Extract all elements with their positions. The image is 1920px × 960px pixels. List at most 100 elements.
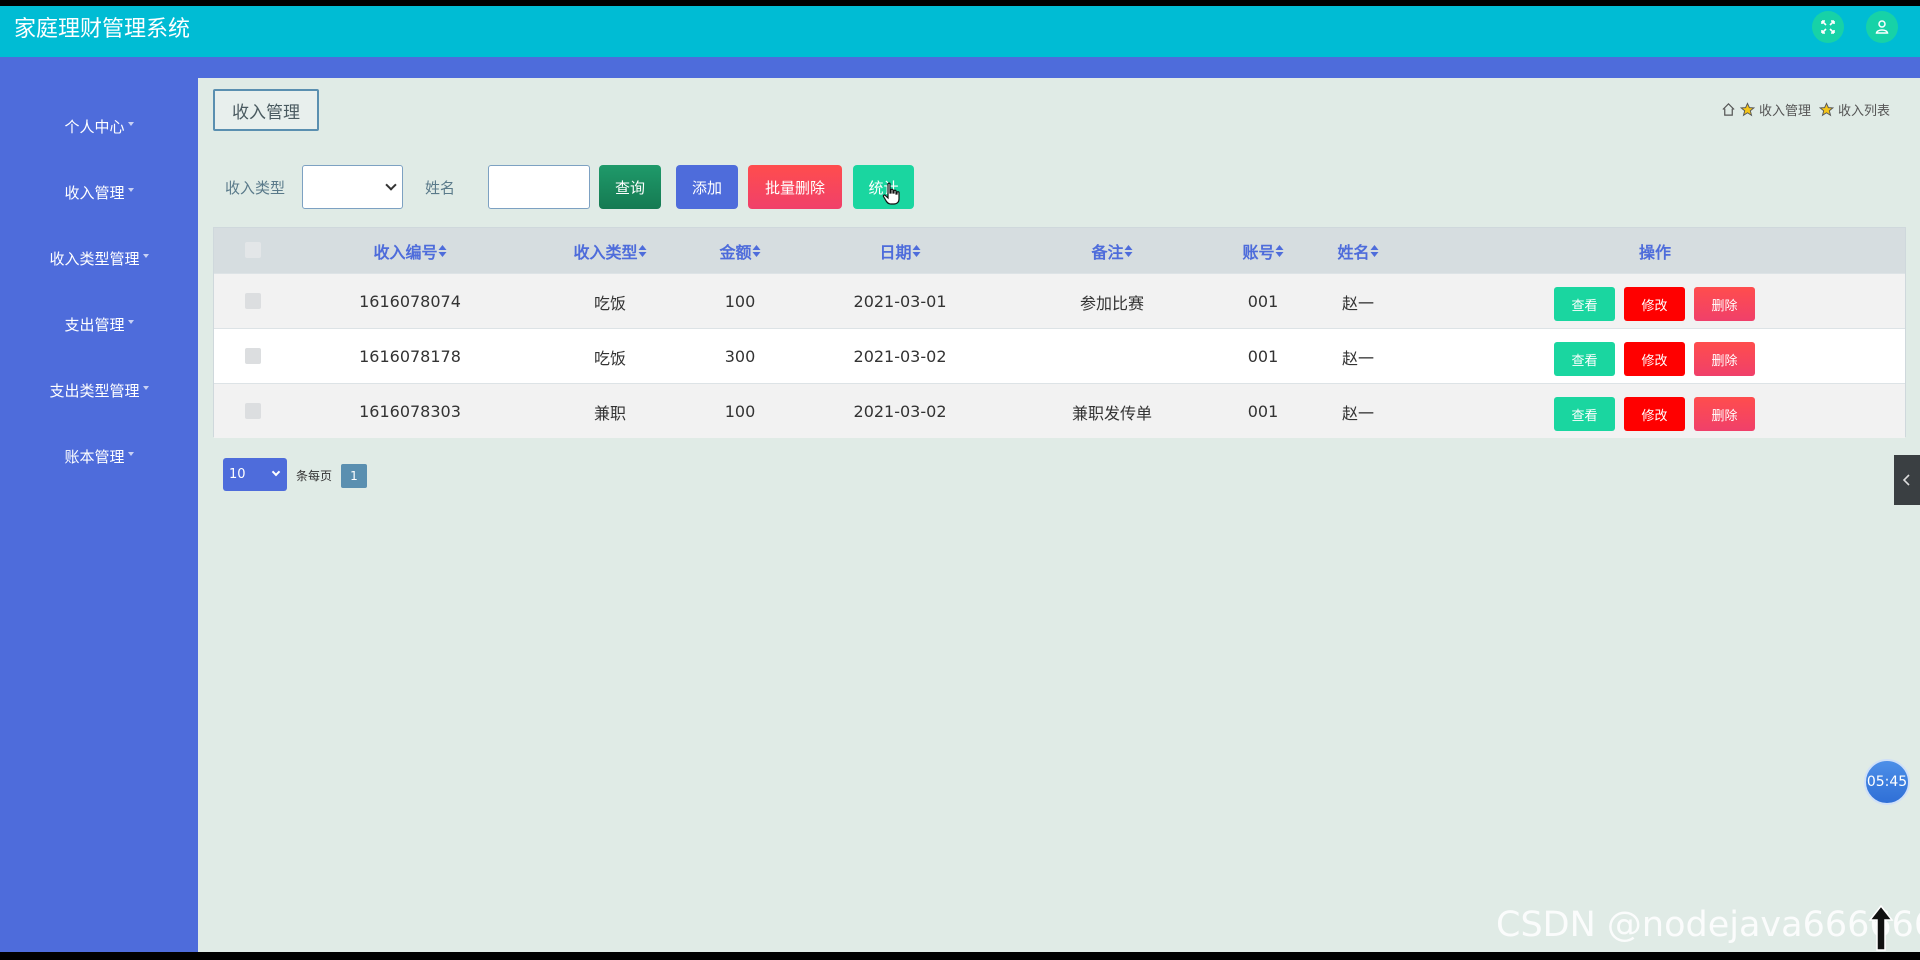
add-button[interactable]: 添加 (676, 165, 738, 209)
column-header-date[interactable]: 日期 (879, 228, 921, 273)
clock-badge: 05:45 (1864, 759, 1910, 805)
column-header-id[interactable]: 收入编号 (373, 228, 447, 273)
cell-name: 赵一 (1341, 293, 1375, 313)
cell-amount: 100 (724, 402, 756, 421)
delete-button[interactable]: 删除 (1694, 397, 1755, 431)
query-button[interactable]: 查询 (599, 165, 661, 209)
sidebar-item-label: 支出管理 (64, 315, 125, 334)
sort-icon (1275, 244, 1284, 257)
name-input[interactable] (488, 165, 590, 209)
table-row: 1616078303 兼职 100 2021-03-02 兼职发传单 001 赵… (214, 383, 1905, 438)
view-button[interactable]: 查看 (1554, 342, 1615, 376)
caret-down-icon (127, 122, 134, 126)
table-header: 收入编号 收入类型 金额 日期 备注 账号 姓名 操作 (214, 228, 1905, 273)
chevron-down-icon (271, 467, 281, 477)
view-button[interactable]: 查看 (1554, 287, 1615, 321)
sidebar: 个人中心 收入管理 收入类型管理 支出管理 支出类型管理 账本管理 (0, 78, 198, 952)
income-table: 收入编号 收入类型 金额 日期 备注 账号 姓名 操作 1616078074 吃… (213, 227, 1906, 438)
caret-down-icon (127, 320, 134, 324)
sidebar-item-income-type[interactable]: 收入类型管理 (0, 243, 198, 273)
per-page-label: 条每页 (296, 469, 333, 483)
sidebar-item-label: 账本管理 (64, 447, 125, 466)
caret-down-icon (142, 254, 149, 258)
column-header-name[interactable]: 姓名 (1337, 228, 1379, 273)
header-band (0, 57, 1920, 78)
cell-date: 2021-03-02 (853, 402, 947, 421)
cell-amount: 100 (724, 292, 756, 311)
edit-button[interactable]: 修改 (1624, 342, 1685, 376)
table-row: 1616078074 吃饭 100 2021-03-01 参加比赛 001 赵一… (214, 273, 1905, 328)
home-icon[interactable] (1721, 102, 1736, 117)
chevron-left-icon (1902, 474, 1910, 486)
sort-icon (752, 244, 761, 257)
delete-button[interactable]: 删除 (1694, 342, 1755, 376)
hand-cursor-icon (882, 182, 900, 205)
star-icon (1739, 102, 1755, 117)
cell-type: 吃饭 (593, 293, 627, 313)
breadcrumb-item[interactable]: 收入管理 (1759, 100, 1811, 119)
edit-button[interactable]: 修改 (1624, 397, 1685, 431)
page-title: 收入管理 (213, 89, 319, 131)
cell-account: 001 (1247, 292, 1279, 311)
fullscreen-button[interactable] (1812, 11, 1844, 43)
fullscreen-icon (1821, 20, 1835, 34)
side-panel-toggle[interactable] (1894, 455, 1920, 505)
sidebar-item-income[interactable]: 收入管理 (0, 177, 198, 207)
sidebar-item-expense[interactable]: 支出管理 (0, 309, 198, 339)
cell-id: 1616078178 (359, 347, 461, 366)
table-row: 1616078178 吃饭 300 2021-03-02 001 赵一 查看 修… (214, 328, 1905, 383)
cell-account: 001 (1247, 402, 1279, 421)
cell-name: 赵一 (1341, 403, 1375, 423)
user-button[interactable] (1866, 11, 1898, 43)
column-header-note[interactable]: 备注 (1091, 228, 1133, 273)
watermark: CSDN @nodejava666666 (1496, 905, 1920, 945)
sidebar-item-label: 收入管理 (64, 183, 125, 202)
column-header-type[interactable]: 收入类型 (573, 228, 647, 273)
user-icon (1875, 20, 1889, 34)
caret-down-icon (127, 188, 134, 192)
sort-icon (638, 244, 647, 257)
breadcrumb-item: 收入列表 (1837, 104, 1890, 119)
cell-name: 赵一 (1341, 348, 1375, 368)
sort-icon (1370, 244, 1379, 257)
sidebar-item-label: 支出类型管理 (49, 381, 140, 400)
column-header-account[interactable]: 账号 (1242, 228, 1284, 273)
cell-date: 2021-03-01 (853, 292, 947, 311)
view-button[interactable]: 查看 (1554, 397, 1615, 431)
page-number-button[interactable]: 1 (341, 464, 367, 488)
cell-note: 参加比赛 (1079, 293, 1145, 313)
row-checkbox[interactable] (245, 293, 261, 309)
chevron-down-icon (385, 179, 397, 191)
edit-button[interactable]: 修改 (1624, 287, 1685, 321)
row-checkbox[interactable] (245, 348, 261, 364)
cell-type: 吃饭 (593, 348, 627, 368)
delete-button[interactable]: 删除 (1694, 287, 1755, 321)
cell-note: 兼职发传单 (1071, 403, 1153, 423)
top-header: 家庭理财管理系统 (0, 6, 1920, 57)
page-size-select[interactable]: 10 (223, 458, 287, 491)
sidebar-item-label: 收入类型管理 (49, 249, 140, 268)
cell-id: 1616078303 (359, 402, 461, 421)
app-title: 家庭理财管理系统 (14, 17, 191, 42)
cell-amount: 300 (724, 347, 756, 366)
column-header-amount[interactable]: 金额 (719, 228, 761, 273)
sort-icon (912, 244, 921, 257)
cell-type: 兼职 (593, 403, 627, 423)
page-size-value: 10 (229, 467, 246, 482)
sidebar-item-ledger[interactable]: 账本管理 (0, 441, 198, 471)
sidebar-item-personal-center[interactable]: 个人中心 (0, 111, 198, 141)
cell-account: 001 (1247, 347, 1279, 366)
sort-icon (1124, 244, 1133, 257)
sort-icon (438, 244, 447, 257)
income-type-select[interactable] (302, 165, 403, 209)
breadcrumb: 收入管理 收入列表 (1721, 100, 1890, 119)
app-window: 家庭理财管理系统 个人中心 收入管理 收入类型管理 支出管理 支出类型管理 账本… (0, 0, 1920, 960)
cell-date: 2021-03-02 (853, 347, 947, 366)
caret-down-icon (127, 452, 134, 456)
sidebar-item-expense-type[interactable]: 支出类型管理 (0, 375, 198, 405)
arrow-up-icon (1868, 904, 1894, 951)
select-all-checkbox[interactable] (245, 242, 261, 258)
row-checkbox[interactable] (245, 403, 261, 419)
caret-down-icon (142, 386, 149, 390)
batch-delete-button[interactable]: 批量删除 (748, 165, 842, 209)
